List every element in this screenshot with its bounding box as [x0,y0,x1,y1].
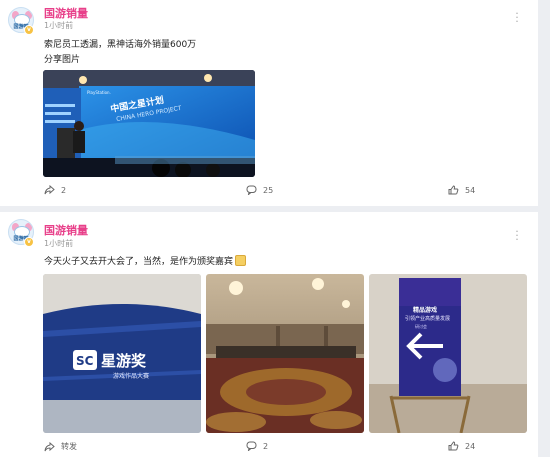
share-count: 2 [61,185,67,195]
stage-brand-text: PlayStation. [87,90,111,95]
thumbs-up-icon [448,441,459,451]
like-button[interactable]: 24 [448,441,475,451]
comment-count: 25 [263,185,274,195]
post-text-line: 今天火子又去开大会了，当然，是作为颁奖嘉宾 [44,254,247,267]
award-subtitle: 游戏作品大赛 [113,372,149,380]
comment-icon [246,185,257,195]
post-image[interactable]: 精品游戏 引领产业高质量发展 研讨会 [369,274,527,433]
share-button[interactable]: 2 [44,185,66,195]
ballroom-image [206,274,364,433]
post-text-line: 索尼员工透漏，黑神话海外销量600万 [44,40,197,50]
post-image[interactable] [206,274,364,433]
award-title: 星游奖 [101,352,147,370]
comment-button[interactable]: 25 [246,185,273,195]
more-vertical-icon[interactable]: · · · [514,226,520,245]
verified-badge-icon: v [24,25,34,35]
poster-subtitle: 引领产业高质量发展 [405,315,450,322]
poster-note: 研讨会 [415,323,427,329]
more-vertical-icon[interactable]: · · · [514,8,520,27]
post-image[interactable]: PlayStation. 中国之星计划 CHINA HERO PROJECT [43,70,255,177]
like-count: 24 [465,441,476,451]
conference-stage-image: PlayStation. 中国之星计划 CHINA HERO PROJECT [43,70,255,177]
post-card: 国游吧 v 国游销量 1小时前 · · · 今天火子又去开大会了，当然，是作为颁奖嘉… [0,212,538,457]
share-button[interactable]: 转发 [44,441,77,452]
post-text-line: 分享图片 [44,55,81,65]
comment-count: 2 [263,441,269,451]
author-name[interactable]: 国游销量 [44,5,88,21]
like-count: 54 [465,185,476,195]
post-time: 1小时前 [44,21,74,30]
thumbs-up-icon [448,185,459,195]
poster-title: 精品游戏 [413,306,437,314]
share-label: 转发 [61,442,77,451]
comment-button[interactable]: 2 [246,441,268,451]
doge-emoji-icon [235,255,247,266]
event-poster-image: 精品游戏 引领产业高质量发展 研讨会 [369,274,527,433]
comment-icon [246,441,257,451]
verified-badge-icon: v [24,237,34,247]
post-time: 1小时前 [44,239,74,248]
author-name[interactable]: 国游销量 [44,222,88,238]
award-logo-text: SC [76,354,94,368]
share-icon [44,441,55,451]
post-card: 国游吧 v 国游销量 1小时前 · · · 索尼员工透漏，黑神话海外销量600万 分… [0,0,538,206]
share-icon [44,185,55,195]
post-text: 今天火子又去开大会了，当然，是作为颁奖嘉宾 [44,257,234,267]
like-button[interactable]: 54 [448,185,475,195]
post-image[interactable]: SC 星游奖 游戏作品大赛 [43,274,201,433]
award-bag-image: SC 星游奖 游戏作品大赛 [43,274,201,433]
